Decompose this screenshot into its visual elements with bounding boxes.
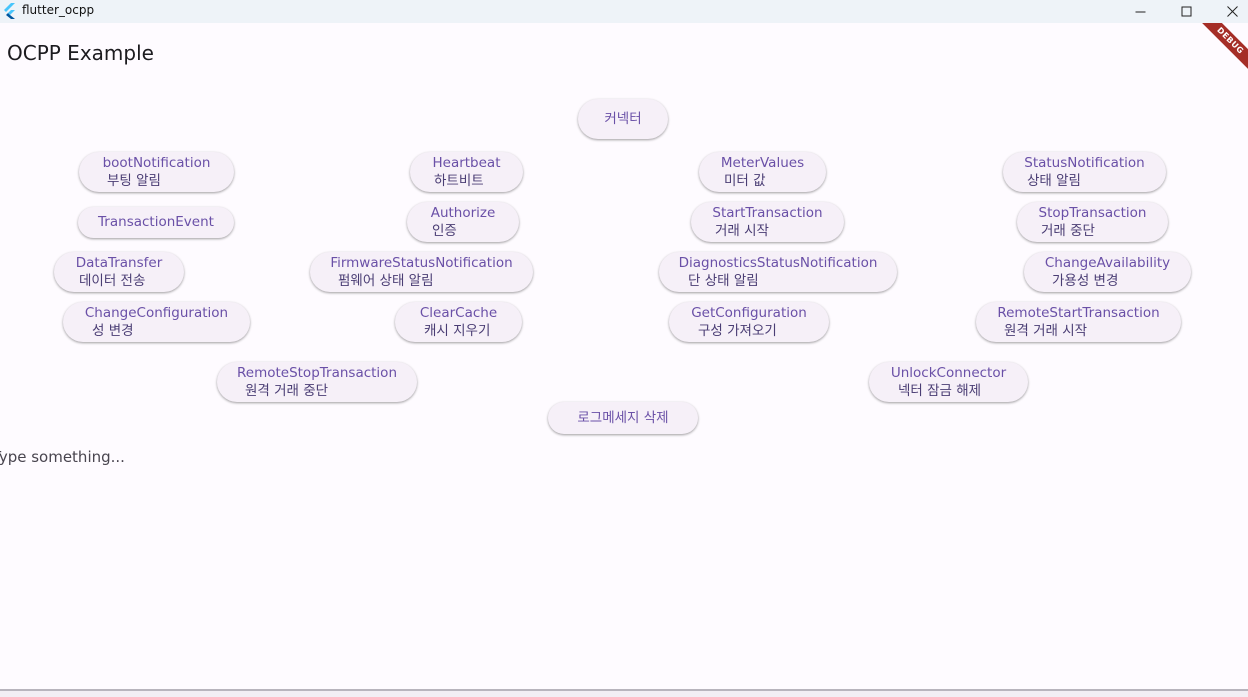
meter-values-label: MeterValues	[720, 155, 805, 171]
data-transfer-label: DataTransfer	[75, 255, 163, 271]
clear-cache-label: ClearCache	[419, 305, 498, 321]
minimize-button[interactable]	[1117, 0, 1163, 23]
get-configuration-sublabel: 구성 가져오기	[698, 323, 777, 339]
firmware-status-notification-button[interactable]: FirmwareStatusNotification 펌웨어 상태 알림	[310, 252, 533, 292]
status-notification-sublabel: 상태 알림	[1027, 173, 1081, 189]
firmware-status-notification-sublabel: 펌웨어 상태 알림	[338, 273, 434, 289]
change-configuration-button[interactable]: ChangeConfiguration 성 변경	[63, 302, 250, 342]
start-transaction-sublabel: 거래 시작	[715, 223, 769, 239]
remote-stop-transaction-sublabel: 원격 거래 중단	[245, 383, 329, 399]
debug-banner: DEBUG	[1189, 23, 1248, 82]
connector-button[interactable]: 커넥터	[578, 99, 668, 139]
message-input-container	[0, 444, 1248, 470]
close-button[interactable]	[1209, 0, 1248, 23]
data-transfer-sublabel: 데이터 전송	[79, 273, 146, 289]
authorize-sublabel: 인증	[432, 223, 457, 239]
get-configuration-label: GetConfiguration	[691, 305, 807, 321]
heartbeat-button[interactable]: Heartbeat 하트비트	[410, 152, 523, 192]
boot-notification-button[interactable]: bootNotification 부팅 알림	[79, 152, 234, 192]
stop-transaction-label: StopTransaction	[1038, 205, 1147, 221]
window-titlebar: flutter_ocpp	[0, 0, 1248, 23]
unlock-connector-button[interactable]: UnlockConnector 넥터 잠금 해제	[869, 362, 1028, 402]
start-transaction-button[interactable]: StartTransaction 거래 시작	[691, 202, 844, 242]
change-availability-label: ChangeAvailability	[1044, 255, 1171, 271]
bottom-strip	[0, 691, 1248, 697]
status-notification-label: StatusNotification	[1024, 155, 1145, 171]
remote-start-transaction-button[interactable]: RemoteStartTransaction 원격 거래 시작	[976, 302, 1181, 342]
unlock-connector-label: UnlockConnector	[890, 365, 1007, 381]
stop-transaction-button[interactable]: StopTransaction 거래 중단	[1017, 202, 1168, 242]
boot-notification-sublabel: 부팅 알림	[107, 173, 161, 189]
stop-transaction-sublabel: 거래 중단	[1041, 223, 1095, 239]
meter-values-button[interactable]: MeterValues 미터 값	[699, 152, 826, 192]
authorize-button[interactable]: Authorize 인증	[407, 202, 519, 242]
diagnostics-status-notification-sublabel: 단 상태 알림	[688, 273, 759, 289]
boot-notification-label: bootNotification	[102, 155, 211, 171]
remote-start-transaction-sublabel: 원격 거래 시작	[1004, 323, 1088, 339]
clear-cache-sublabel: 캐시 지우기	[424, 323, 491, 339]
diagnostics-status-notification-label: DiagnosticsStatusNotification	[678, 255, 878, 271]
authorize-label: Authorize	[430, 205, 496, 221]
clear-cache-button[interactable]: ClearCache 캐시 지우기	[395, 302, 522, 342]
change-configuration-sublabel: 성 변경	[92, 323, 134, 339]
page-title: OCPP Example	[7, 41, 154, 65]
start-transaction-label: StartTransaction	[712, 205, 823, 221]
heartbeat-label: Heartbeat	[432, 155, 501, 171]
app-content: OCPP Example DEBUG 커넥터 bootNotification …	[0, 23, 1248, 689]
heartbeat-sublabel: 하트비트	[434, 173, 484, 189]
remote-stop-transaction-button[interactable]: RemoteStopTransaction 원격 거래 중단	[217, 362, 417, 402]
change-configuration-label: ChangeConfiguration	[84, 305, 229, 321]
message-input[interactable]	[0, 444, 1248, 470]
close-icon	[1226, 6, 1238, 17]
unlock-connector-sublabel: 넥터 잠금 해제	[898, 383, 982, 399]
change-availability-sublabel: 가용성 변경	[1052, 273, 1119, 289]
diagnostics-status-notification-button[interactable]: DiagnosticsStatusNotification 단 상태 알림	[659, 252, 897, 292]
get-configuration-button[interactable]: GetConfiguration 구성 가져오기	[669, 302, 829, 342]
status-notification-button[interactable]: StatusNotification 상태 알림	[1003, 152, 1166, 192]
firmware-status-notification-label: FirmwareStatusNotification	[330, 255, 513, 271]
remote-start-transaction-label: RemoteStartTransaction	[997, 305, 1160, 321]
clear-log-button[interactable]: 로그메세지 삭제	[548, 402, 698, 434]
maximize-button[interactable]	[1163, 0, 1209, 23]
transaction-event-button[interactable]: TransactionEvent	[78, 207, 234, 238]
transaction-event-label: TransactionEvent	[98, 214, 214, 230]
maximize-icon	[1181, 6, 1192, 17]
window-title: flutter_ocpp	[22, 3, 95, 17]
change-availability-button[interactable]: ChangeAvailability 가용성 변경	[1024, 252, 1191, 292]
data-transfer-button[interactable]: DataTransfer 데이터 전송	[54, 252, 184, 292]
connector-label: 커넥터	[604, 111, 642, 127]
remote-stop-transaction-label: RemoteStopTransaction	[236, 365, 397, 381]
clear-log-label: 로그메세지 삭제	[577, 410, 669, 426]
meter-values-sublabel: 미터 값	[724, 173, 766, 189]
flutter-logo-icon	[3, 3, 17, 19]
minimize-icon	[1135, 6, 1146, 17]
